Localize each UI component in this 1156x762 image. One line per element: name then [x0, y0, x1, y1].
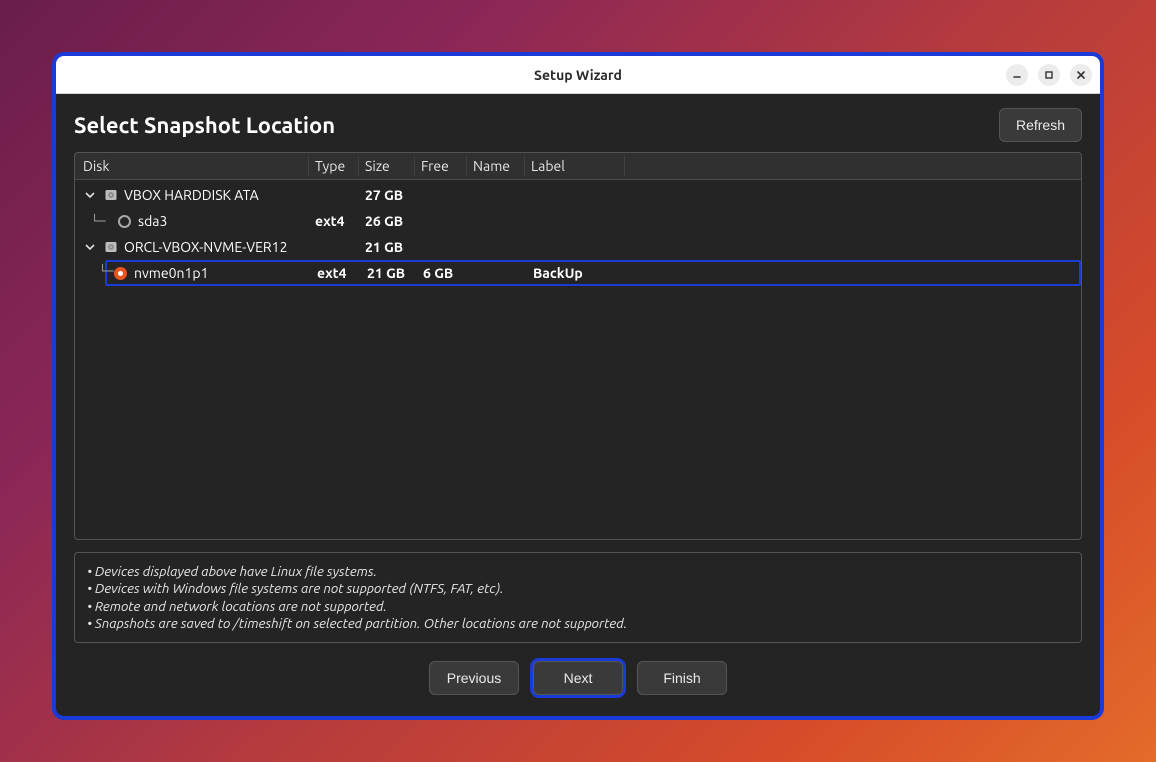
cell-name	[467, 193, 525, 197]
cell-type: ext4	[309, 211, 359, 231]
note-line: • Devices displayed above have Linux fil…	[87, 563, 1069, 580]
minimize-icon	[1012, 70, 1022, 80]
cell-label: BackUp	[527, 263, 627, 283]
col-disk[interactable]: Disk	[75, 156, 309, 176]
partition-name: nvme0n1p1	[134, 265, 208, 281]
cell-name	[467, 245, 525, 249]
cell-type: ext4	[311, 263, 361, 283]
cell-free: 6 GB	[417, 263, 469, 283]
cell-size: 27 GB	[359, 185, 415, 205]
minimize-button[interactable]	[1006, 64, 1028, 86]
harddisk-icon	[103, 188, 118, 203]
disk-tree: Disk Type Size Free Name Label VBOX HARD…	[74, 152, 1082, 540]
next-button[interactable]: Next	[533, 661, 623, 695]
harddisk-icon	[103, 240, 118, 255]
tree-rows: VBOX HARDDISK ATA 27 GB └─ sda3 ext4 26 …	[75, 180, 1081, 286]
cell-label	[525, 219, 625, 223]
cell-label	[525, 193, 625, 197]
col-name[interactable]: Name	[467, 156, 525, 176]
cell-name	[467, 219, 525, 223]
partition-name: sda3	[138, 213, 167, 229]
maximize-button[interactable]	[1038, 64, 1060, 86]
previous-button[interactable]: Previous	[429, 661, 519, 695]
cell-free	[415, 219, 467, 223]
notes-panel: • Devices displayed above have Linux fil…	[74, 552, 1082, 643]
note-line: • Devices with Windows file systems are …	[87, 580, 1069, 597]
cell-size: 26 GB	[359, 211, 415, 231]
tree-header: Disk Type Size Free Name Label	[75, 153, 1081, 180]
cell-size: 21 GB	[361, 263, 417, 283]
tree-branch-icon: └─	[91, 214, 111, 228]
col-free[interactable]: Free	[415, 156, 467, 176]
window-controls	[1006, 64, 1092, 86]
app-window: Setup Wizard Select Snapshot Location Re…	[52, 52, 1104, 720]
finish-button[interactable]: Finish	[637, 661, 727, 695]
cell-type	[309, 245, 359, 249]
close-icon	[1076, 70, 1086, 80]
cell-name	[469, 271, 527, 275]
cell-size: 21 GB	[359, 237, 415, 257]
refresh-button[interactable]: Refresh	[999, 108, 1082, 142]
note-line: • Snapshots are saved to /timeshift on s…	[87, 615, 1069, 632]
radio-off-icon[interactable]	[117, 214, 132, 229]
cell-free	[415, 193, 467, 197]
cell-type	[309, 193, 359, 197]
window-title: Setup Wizard	[534, 67, 622, 83]
chevron-down-icon[interactable]	[83, 240, 97, 254]
disk-row[interactable]: ORCL-VBOX-NVME-VER12 21 GB	[75, 234, 1081, 260]
disk-row[interactable]: VBOX HARDDISK ATA 27 GB	[75, 182, 1081, 208]
col-type[interactable]: Type	[309, 156, 359, 176]
partition-row[interactable]: └─ sda3 ext4 26 GB	[75, 208, 1081, 234]
footer: Previous Next Finish	[56, 643, 1100, 711]
cell-free	[415, 245, 467, 249]
header: Select Snapshot Location Refresh	[56, 94, 1100, 152]
page-title: Select Snapshot Location	[74, 113, 335, 138]
note-line: • Remote and network locations are not s…	[87, 598, 1069, 615]
chevron-down-icon[interactable]	[83, 188, 97, 202]
titlebar: Setup Wizard	[56, 56, 1100, 94]
col-size[interactable]: Size	[359, 156, 415, 176]
maximize-icon	[1044, 70, 1054, 80]
disk-name: ORCL-VBOX-NVME-VER12	[124, 239, 287, 255]
partition-row-selected[interactable]: nvme0n1p1 ext4 21 GB 6 GB BackUp	[105, 260, 1081, 286]
col-label[interactable]: Label	[525, 156, 625, 176]
cell-label	[525, 245, 625, 249]
tree-branch-icon: └─	[99, 264, 119, 278]
close-button[interactable]	[1070, 64, 1092, 86]
disk-name: VBOX HARDDISK ATA	[124, 187, 259, 203]
